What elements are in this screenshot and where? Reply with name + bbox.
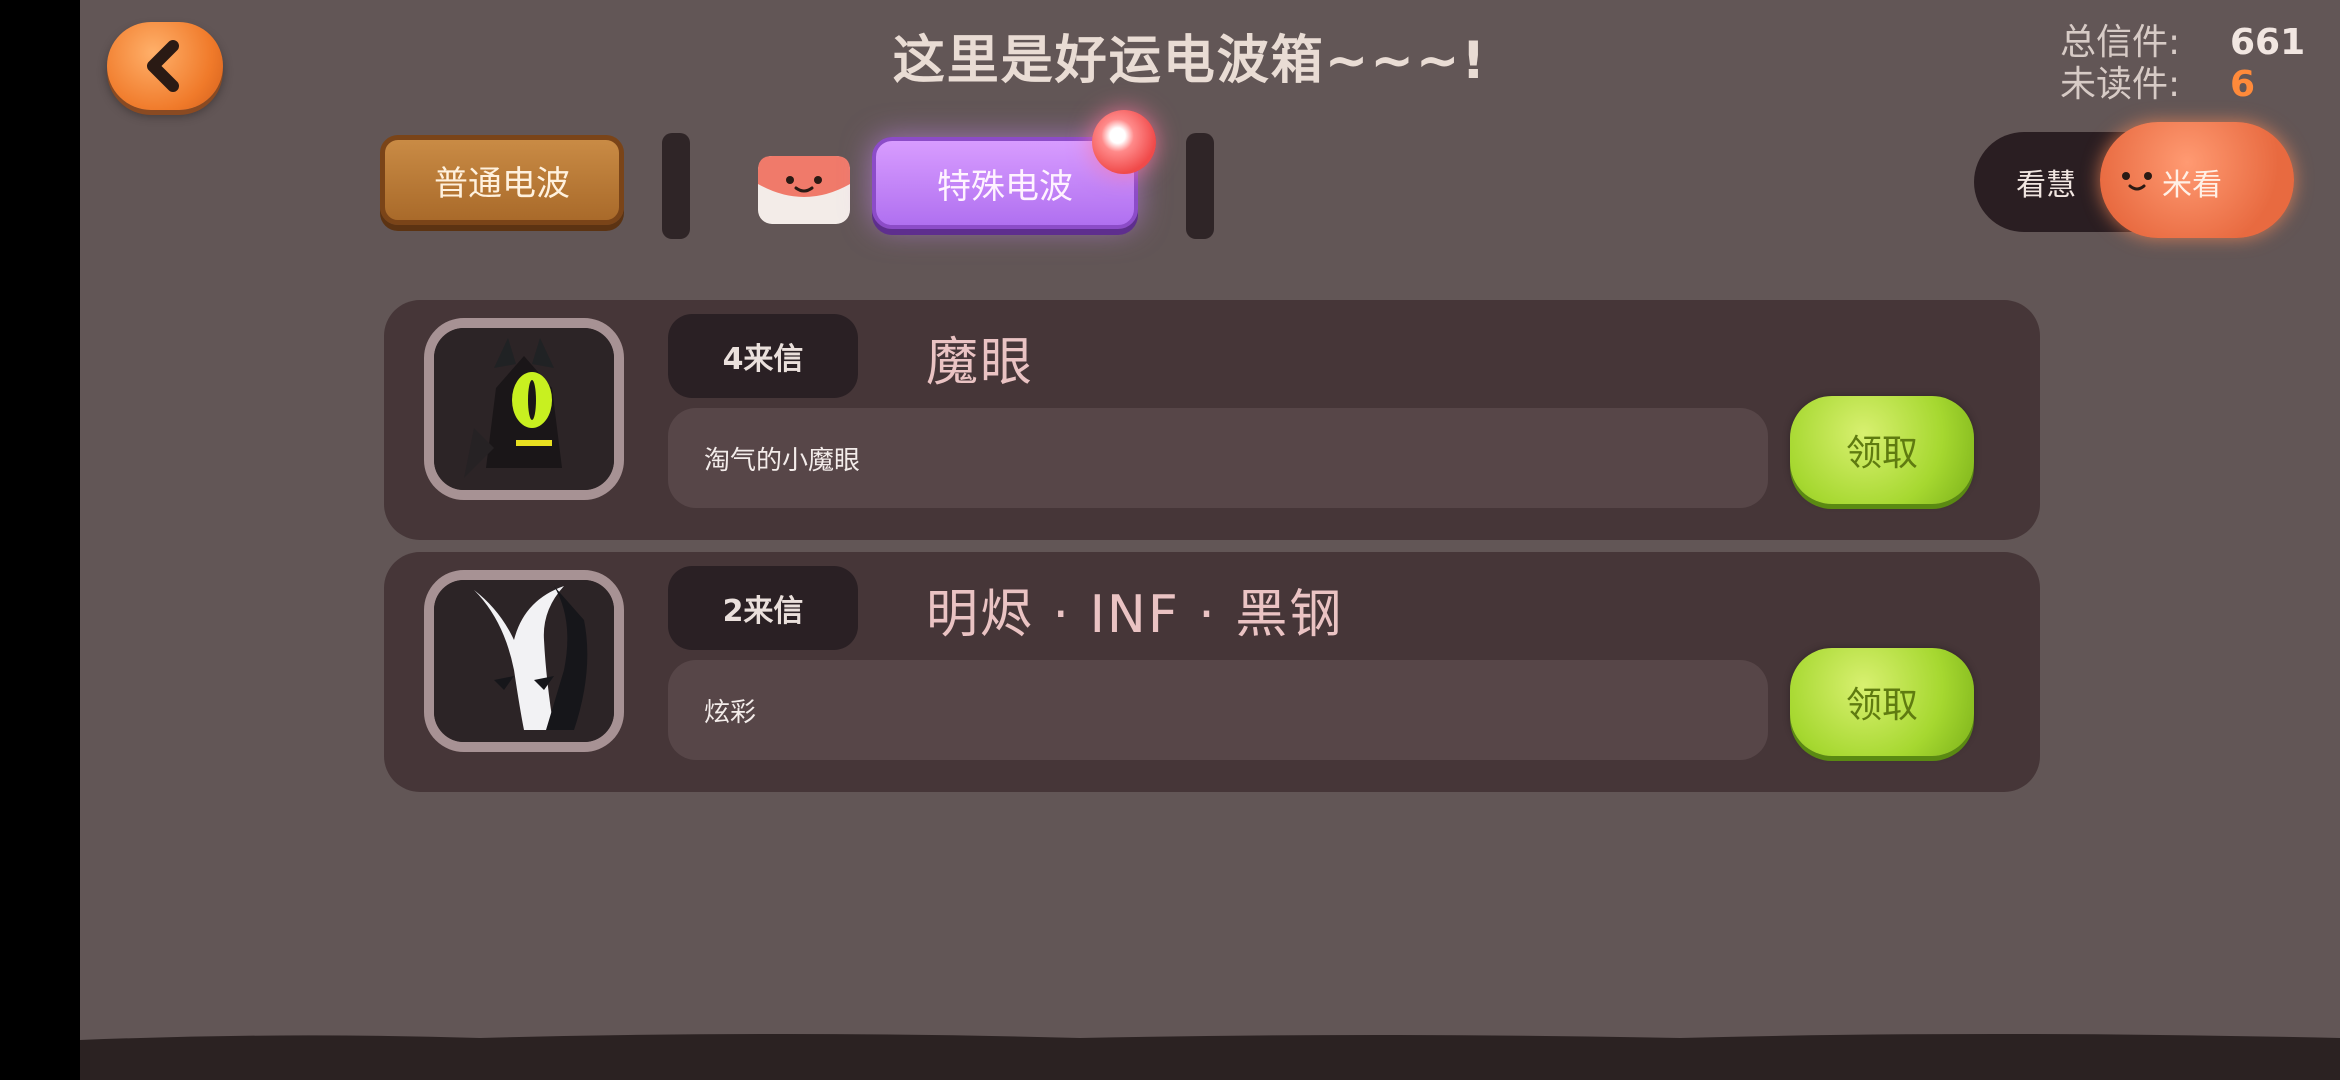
- unread-mail-label: 未读件:: [2060, 64, 2181, 105]
- character-avatar-demon-eye: [424, 318, 624, 500]
- claim-button[interactable]: 领取: [1790, 396, 1974, 504]
- tab-normal-waves[interactable]: 普通电波: [380, 135, 624, 225]
- back-button[interactable]: [107, 22, 223, 110]
- mail-counters: 总信件: 661 未读件: 6: [2060, 22, 2305, 106]
- game-screen: 这里是好运电波箱~~~! 总信件: 661 未读件: 6 普通电波 特殊电波 看…: [80, 0, 2340, 1080]
- ground-edge-decoration: [80, 1034, 2340, 1046]
- letter-count-badge: 2来信: [668, 566, 858, 650]
- tab-divider-left: [662, 133, 690, 239]
- demon-eye-character-icon: [434, 328, 614, 490]
- page-title: 这里是好运电波箱~~~!: [892, 31, 1488, 91]
- letter-count-badge: 4来信: [668, 314, 858, 398]
- unread-mail-row: 未读件: 6: [2060, 64, 2305, 106]
- letter-message: 炫彩: [668, 660, 1768, 760]
- claim-button[interactable]: 领取: [1790, 648, 1974, 756]
- sender-name: 魔眼: [926, 333, 1035, 393]
- character-avatar-black-steel: [424, 570, 624, 752]
- notification-dot-icon: [1092, 110, 1156, 174]
- ground-strip: [80, 1034, 2340, 1080]
- toggle-left-label: 看慧: [2016, 168, 2076, 203]
- character-face-icon: [2122, 172, 2152, 191]
- letter-card: 2来信 明烬 · INF · 黑钢 炫彩 领取: [384, 552, 2040, 792]
- black-steel-character-icon: [434, 580, 614, 742]
- sender-name: 明烬 · INF · 黑钢: [926, 585, 1344, 645]
- tab-divider-right: [1186, 133, 1214, 239]
- back-arrow-icon: [147, 40, 179, 92]
- toggle-right-label: 米看: [2162, 168, 2222, 203]
- letter-message: 淘气的小魔眼: [668, 408, 1768, 508]
- letter-card: 4来信 魔眼 淘气的小魔眼 领取: [384, 300, 2040, 540]
- unread-mail-value: 6: [2230, 64, 2256, 105]
- mail-face-icon: [758, 156, 850, 224]
- total-mail-value: 661: [2230, 22, 2306, 63]
- total-mail-row: 总信件: 661: [2060, 22, 2305, 64]
- total-mail-label: 总信件:: [2060, 22, 2181, 63]
